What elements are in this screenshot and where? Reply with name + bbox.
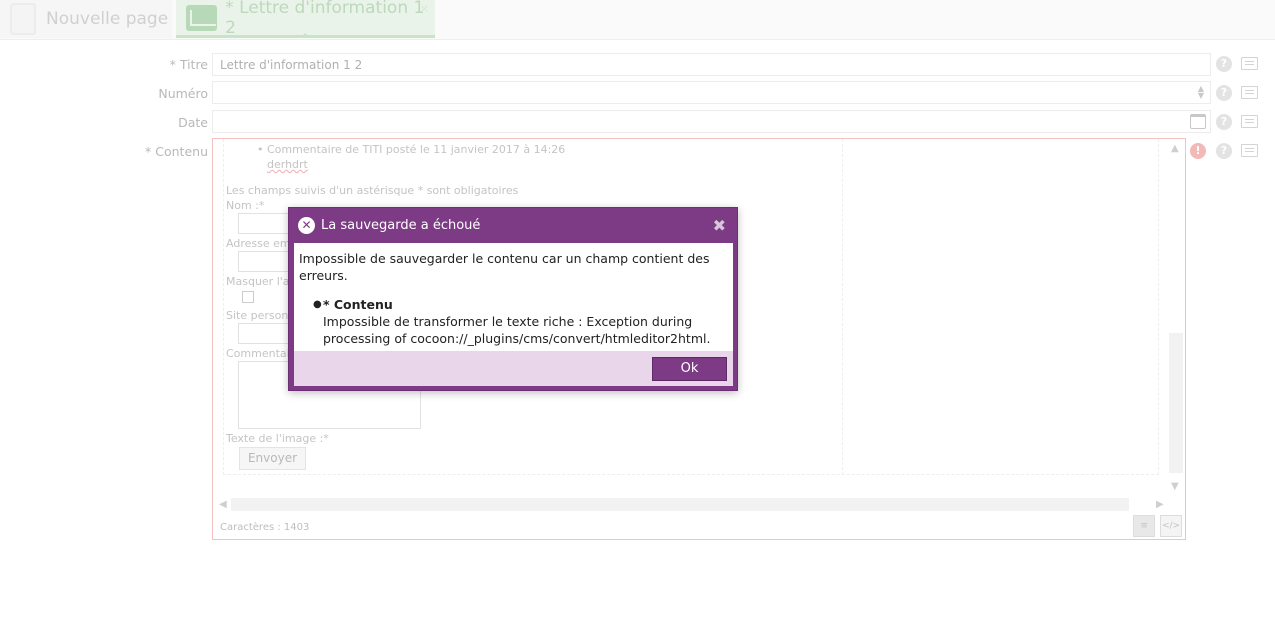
tab-active-indicator [300, 33, 310, 38]
tab-label: Nouvelle page [46, 9, 169, 29]
dialog-header: ✕ La sauvegarde a échoué [289, 208, 737, 243]
page-icon [10, 3, 36, 35]
date-field[interactable] [212, 110, 1211, 133]
image-label: Texte de l'image :* [226, 432, 329, 445]
editor-column-divider [842, 139, 843, 475]
error-detail: Impossible de transformer le texte riche… [323, 314, 711, 346]
comment-icon[interactable] [1241, 115, 1258, 128]
tab-newsletter[interactable]: * Lettre d'information 1 2 × [176, 0, 435, 38]
masquer-checkbox[interactable] [242, 291, 254, 303]
error-dialog: ✕ La sauvegarde a échoué ✖ Impossible de… [288, 207, 738, 391]
scroll-left-icon[interactable]: ◀ [219, 499, 227, 510]
tab-label: * Lettre d'information 1 2 [225, 0, 425, 38]
error-list-item: ● * Contenu Impossible de transformer le… [313, 296, 728, 347]
scroll-right-icon[interactable]: ▶ [1156, 499, 1164, 510]
dialog-footer: Ok [294, 351, 733, 386]
required-note: Les champs suivis d'un astérisque * sont… [226, 184, 519, 197]
dialog-body: Impossible de sauvegarder le contenu car… [294, 243, 733, 351]
nom-label: Nom :* [226, 199, 265, 212]
content-label: * Contenu [145, 144, 208, 159]
title-field[interactable]: Lettre d'information 1 2 [212, 53, 1211, 76]
newsletter-icon [186, 4, 218, 31]
date-label: Date [178, 115, 208, 130]
comment-icon[interactable] [1241, 86, 1258, 99]
help-icon[interactable]: ? [1216, 143, 1232, 159]
ok-button[interactable]: Ok [652, 357, 727, 381]
error-field-name: * Contenu [323, 297, 393, 312]
comment-icon[interactable] [1241, 57, 1258, 70]
tab-close-button[interactable]: × [420, 2, 429, 15]
scroll-down-icon[interactable]: ▼ [1171, 481, 1179, 492]
bullet-icon: ● [313, 299, 322, 310]
dialog-close-icon[interactable]: ✖ [713, 216, 726, 235]
spinner-icon[interactable]: ▲ ▼ [1198, 85, 1204, 100]
wysiwyg-mode-button[interactable]: ≡ [1133, 515, 1155, 537]
dialog-title: La sauvegarde a échoué [321, 218, 481, 233]
tab-bar: Nouvelle page * Lettre d'information 1 2… [0, 0, 1275, 40]
email-label: Adresse ema [226, 237, 298, 250]
source-mode-button[interactable]: </> [1160, 515, 1182, 537]
character-count: Caractères : 1403 [220, 522, 310, 533]
title-value: Lettre d'information 1 2 [220, 58, 363, 72]
help-icon[interactable]: ? [1216, 56, 1232, 72]
scroll-up-icon[interactable]: ▲ [1171, 143, 1179, 154]
help-icon[interactable]: ? [1216, 114, 1232, 130]
dialog-message: Impossible de sauvegarder le contenu car… [299, 251, 710, 283]
comment-line: • Commentaire de TITI posté le 11 janvie… [257, 143, 566, 156]
calendar-icon[interactable] [1190, 114, 1206, 129]
comment-author: derhdrt [267, 158, 308, 171]
tab-new-page[interactable]: Nouvelle page [0, 0, 172, 38]
scrollbar-thumb[interactable] [1169, 333, 1183, 473]
help-icon[interactable]: ? [1216, 85, 1232, 101]
numero-label: Numéro [158, 86, 208, 101]
error-icon[interactable]: ! [1190, 143, 1206, 159]
comment-icon[interactable] [1241, 144, 1258, 157]
numero-field[interactable]: ▲ ▼ [212, 81, 1211, 104]
vertical-scrollbar[interactable] [1169, 143, 1183, 495]
horizontal-scrollbar[interactable] [231, 498, 1129, 511]
error-circle-icon: ✕ [298, 217, 315, 234]
send-button[interactable]: Envoyer [239, 447, 306, 470]
title-label: * Titre [169, 57, 208, 72]
